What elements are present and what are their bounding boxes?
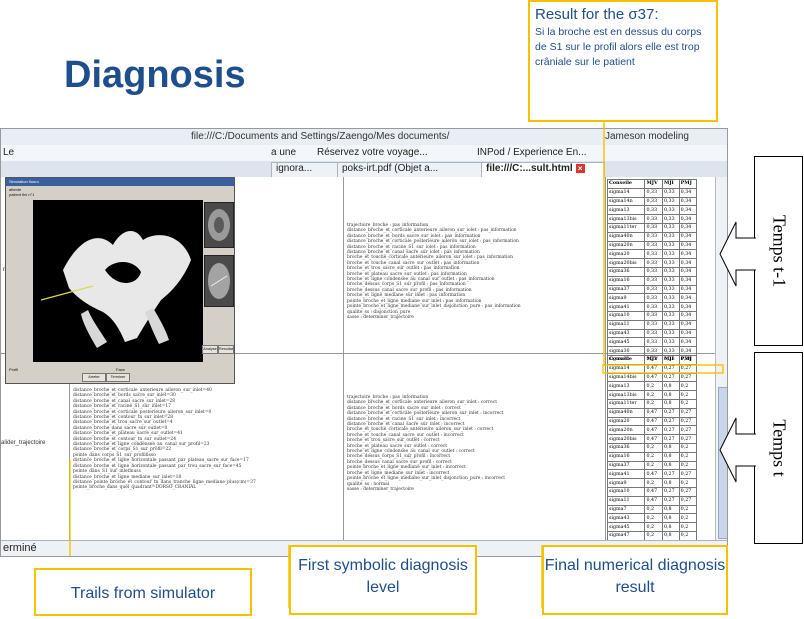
trails-callout-label: Trails from simulator <box>70 585 216 602</box>
first-level-callout: First symbolic diagnosis level <box>289 545 477 615</box>
arrow-left-icon <box>719 221 756 287</box>
callout-connectors <box>69 122 724 608</box>
trails-callout: Trails from simulator <box>34 568 252 616</box>
final-result-callout-label: Final numerical diagnosis result <box>544 557 726 596</box>
time-label-t: Temps t <box>769 419 789 477</box>
arrow-left-icon <box>719 417 756 483</box>
final-result-callout: Final numerical diagnosis result <box>542 545 728 615</box>
time-label-t-1: Temps t-1 <box>769 214 789 288</box>
time-bracket-t: Temps t <box>754 352 803 544</box>
time-bracket-t-1: Temps t-1 <box>754 156 803 346</box>
first-level-callout-label: First symbolic diagnosis level <box>298 557 468 596</box>
